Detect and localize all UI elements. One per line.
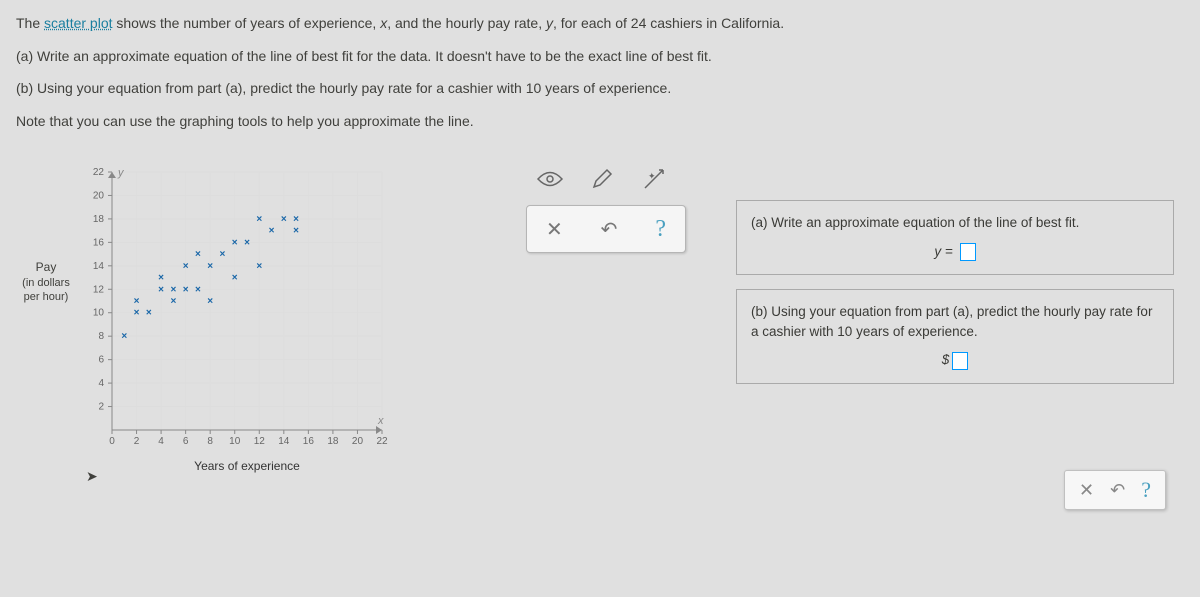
svg-text:18: 18 [327,436,339,447]
svg-text:20: 20 [352,436,364,447]
svg-text:6: 6 [183,436,189,447]
cursor-icon: ➤ [86,468,98,485]
svg-text:20: 20 [93,191,105,202]
svg-text:×: × [158,285,164,296]
note-text: Note that you can use the graphing tools… [16,108,1184,135]
equation-input[interactable] [960,243,976,261]
svg-text:×: × [244,238,250,249]
svg-text:×: × [195,249,201,260]
y-var: y [546,15,553,31]
svg-text:×: × [256,214,262,225]
answer-column: (a) Write an approximate equation of the… [736,160,1184,480]
pencil-tool-icon[interactable] [588,165,616,193]
clear-button[interactable]: ✕ [538,213,571,246]
svg-text:22: 22 [376,436,388,447]
svg-text:4: 4 [98,378,104,389]
svg-text:×: × [220,249,226,260]
eye-tool-icon[interactable] [536,165,564,193]
svg-text:y: y [117,167,125,179]
svg-text:8: 8 [207,436,213,447]
svg-text:✦: ✦ [648,171,656,181]
svg-text:10: 10 [93,308,105,319]
svg-text:12: 12 [254,436,266,447]
svg-text:×: × [207,296,213,307]
svg-text:×: × [269,226,275,237]
svg-text:×: × [195,285,201,296]
footer-reset-button[interactable]: ↶ [1110,480,1125,501]
svg-text:0: 0 [109,436,115,447]
footer-help-button[interactable]: ? [1141,477,1151,503]
part-b-years: 10 [526,80,542,96]
svg-text:×: × [207,261,213,272]
svg-text:×: × [158,273,164,284]
svg-text:×: × [232,273,238,284]
dollar-prefix: $ [942,352,950,367]
n-cashiers: 24 [631,15,647,31]
svg-text:22: 22 [93,167,105,178]
svg-text:2: 2 [98,402,104,413]
svg-text:×: × [293,214,299,225]
svg-text:8: 8 [98,332,104,343]
svg-text:x: x [377,415,384,427]
help-button[interactable]: ? [647,212,674,247]
answer-b-post: years of experience. [852,324,977,339]
svg-text:12: 12 [93,285,105,296]
svg-text:×: × [170,296,176,307]
svg-text:×: × [134,308,140,319]
intro-post2: , and the hourly pay rate, [387,15,546,31]
intro-post3: , for each of [553,15,631,31]
scatter-plot[interactable]: 0246810121416182022246810121416182022yx×… [76,160,396,480]
svg-text:2: 2 [134,436,140,447]
svg-text:18: 18 [93,214,105,225]
answer-box-b: (b) Using your equation from part (a), p… [736,289,1174,384]
problem-statement: The scatter plot shows the number of yea… [0,0,1200,134]
answer-a-prompt: (a) Write an approximate equation of the… [751,213,1159,233]
svg-text:16: 16 [303,436,315,447]
reset-button[interactable]: ↶ [593,213,626,246]
svg-text:10: 10 [229,436,241,447]
scatter-plot-link[interactable]: scatter plot [44,15,112,31]
intro-post4: cashiers in California. [646,15,784,31]
svg-text:×: × [293,226,299,237]
footer-clear-button[interactable]: ✕ [1079,480,1094,501]
tools-column: ✦ ✕ ↶ ? [526,160,726,480]
y-axis-label: Pay (in dollarsper hour) [16,260,76,304]
chart-area: Pay (in dollarsper hour) 0 2 4 6 8 10 12 14 16 18… [16,160,516,480]
svg-text:×: × [134,296,140,307]
svg-text:×: × [256,261,262,272]
control-box: ✕ ↶ ? [526,205,686,253]
part-b-post: years of experience. [541,80,671,96]
svg-text:×: × [183,261,189,272]
svg-text:16: 16 [93,238,105,249]
svg-text:Years of experience: Years of experience [194,459,300,473]
svg-text:4: 4 [158,436,164,447]
svg-text:6: 6 [98,355,104,366]
svg-text:×: × [232,238,238,249]
svg-text:×: × [281,214,287,225]
svg-text:×: × [146,308,152,319]
svg-text:×: × [170,285,176,296]
answer-b-years: 10 [837,324,852,339]
svg-text:14: 14 [278,436,290,447]
footer-controls: ✕ ↶ ? [1064,470,1166,510]
svg-text:×: × [121,332,127,343]
svg-text:14: 14 [93,261,105,272]
intro-post: shows the number of years of experience, [113,15,381,31]
intro-pre: The [16,15,44,31]
eq-lhs: y = [934,244,956,259]
prediction-input[interactable] [952,352,968,370]
line-tool-icon[interactable]: ✦ [640,165,668,193]
answer-box-a: (a) Write an approximate equation of the… [736,200,1174,275]
part-a-text: (a) Write an approximate equation of the… [16,43,1184,70]
svg-text:×: × [183,285,189,296]
part-b-pre: (b) Using your equation from part (a), p… [16,80,526,96]
